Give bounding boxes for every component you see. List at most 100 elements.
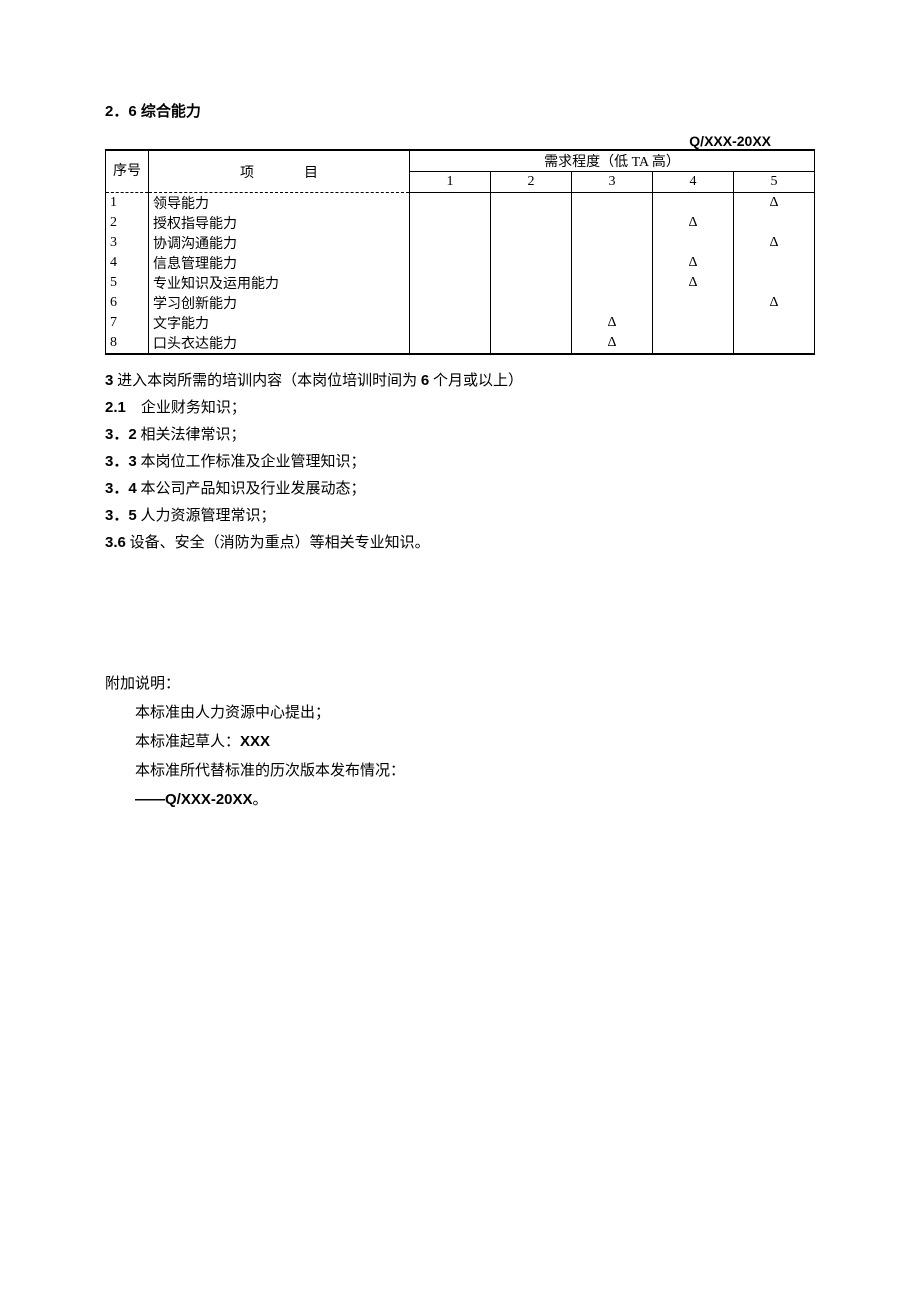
section-3-number-b: 6	[421, 372, 429, 389]
table-cell-seq: 2	[106, 213, 149, 233]
table-row: 8口头衣达能力 Δ	[106, 333, 815, 354]
table-header-seq: 序号	[106, 150, 149, 193]
table-cell-seq: 8	[106, 333, 149, 354]
list-item-text: 本公司产品知识及行业发展动态；	[137, 481, 366, 497]
list-item: 3．2 相关法律常识；	[105, 423, 815, 444]
table-row: 3协调沟通能力 Δ	[106, 233, 815, 253]
table-cell-mark	[410, 233, 491, 253]
section-3-text-a: 进入本岗所需的培训内容（本岗位培训时间为	[113, 373, 421, 389]
table-cell-mark	[491, 293, 572, 313]
list-item-text: 设备、安全（消防为重点）等相关专业知识。	[126, 535, 430, 551]
table-cell-mark	[410, 193, 491, 214]
table-cell-item: 文字能力	[149, 313, 410, 333]
table-header-col-1: 1	[410, 172, 491, 193]
table-row: 1领导能力Δ	[106, 193, 815, 214]
table-cell-mark	[653, 313, 734, 333]
table-cell-seq: 3	[106, 233, 149, 253]
table-header-col-3: 3	[572, 172, 653, 193]
table-cell-mark	[572, 213, 653, 233]
table-cell-mark	[572, 253, 653, 273]
addendum-line-1: 本标准由人力资源中心提出；	[135, 701, 815, 722]
list-item-number: 3．5	[105, 507, 137, 524]
addendum-line-3: 本标准所代替标准的历次版本发布情况：	[135, 759, 815, 780]
table-cell-seq: 7	[106, 313, 149, 333]
table-cell-mark	[410, 253, 491, 273]
table-cell-seq: 1	[106, 193, 149, 214]
table-header-col-4: 4	[653, 172, 734, 193]
list-item-text: 本岗位工作标准及企业管理知识；	[137, 454, 366, 470]
table-cell-mark	[491, 253, 572, 273]
addendum-line-2-bold: XXX	[240, 733, 270, 750]
table-cell-mark	[734, 313, 815, 333]
table-cell-mark	[653, 233, 734, 253]
table-cell-item: 专业知识及运用能力	[149, 273, 410, 293]
list-item: 3．3 本岗位工作标准及企业管理知识；	[105, 450, 815, 471]
list-item: 3．5 人力资源管理常识；	[105, 504, 815, 525]
table-cell-mark	[734, 253, 815, 273]
table-header-col-2: 2	[491, 172, 572, 193]
table-cell-mark	[491, 213, 572, 233]
table-cell-mark	[572, 233, 653, 253]
table-row: 7文字能力 Δ	[106, 313, 815, 333]
section-heading-2-6: 2．6 综合能力	[105, 100, 815, 121]
table-cell-mark	[572, 273, 653, 293]
table-cell-item: 协调沟通能力	[149, 233, 410, 253]
table-cell-mark	[410, 273, 491, 293]
list-item-number: 3．3	[105, 453, 137, 470]
list-item-number: 3.6	[105, 534, 126, 551]
table-cell-item: 口头衣达能力	[149, 333, 410, 354]
table-row: 5专业知识及运用能力Δ	[106, 273, 815, 293]
addendum-line-4: ——Q/XXX-20XX。	[135, 788, 815, 809]
table-cell-mark: Δ	[572, 313, 653, 333]
table-header-col-5: 5	[734, 172, 815, 193]
table-cell-mark	[572, 293, 653, 313]
list-item-number: 2.1	[105, 399, 126, 416]
table-row: 4信息管理能力Δ	[106, 253, 815, 273]
addendum-line-2-pre: 本标准起草人：	[135, 734, 240, 750]
table-cell-mark: Δ	[734, 233, 815, 253]
table-cell-mark	[734, 273, 815, 293]
table-cell-mark	[491, 333, 572, 354]
list-item-number: 3．2	[105, 426, 137, 443]
table-cell-mark	[734, 213, 815, 233]
table-cell-mark: Δ	[653, 273, 734, 293]
addendum-line-2: 本标准起草人：XXX	[135, 730, 815, 751]
table-cell-mark	[572, 193, 653, 214]
table-header-scale: 需求程度（低 TA 高）	[410, 150, 815, 172]
table-cell-mark	[491, 313, 572, 333]
table-cell-mark	[410, 313, 491, 333]
addendum-label: 附加说明：	[105, 672, 815, 693]
table-row: 2授权指导能力 Δ	[106, 213, 815, 233]
table-cell-mark	[491, 273, 572, 293]
table-cell-mark	[653, 333, 734, 354]
table-cell-seq: 6	[106, 293, 149, 313]
table-cell-mark	[410, 293, 491, 313]
addendum-line-4-post: 。	[253, 792, 268, 808]
addendum-line-4-pre: ——	[135, 791, 165, 808]
table-cell-mark	[734, 333, 815, 354]
section-3-title: 3 进入本岗所需的培训内容（本岗位培训时间为 6 个月或以上）	[105, 369, 815, 390]
addendum-line-4-bold: Q/XXX-20XX	[165, 791, 253, 808]
table-cell-mark	[491, 233, 572, 253]
table-cell-mark: Δ	[734, 193, 815, 214]
list-item-text: 企业财务知识；	[126, 400, 246, 416]
list-item: 3．4 本公司产品知识及行业发展动态；	[105, 477, 815, 498]
table-header-item: 项目	[149, 150, 410, 193]
ability-table: 序号 项目 需求程度（低 TA 高） 1 2 3 4 5 1领导能力Δ2授权指导…	[105, 149, 815, 355]
list-item: 3.6 设备、安全（消防为重点）等相关专业知识。	[105, 531, 815, 552]
table-cell-mark	[410, 213, 491, 233]
table-cell-mark	[653, 193, 734, 214]
table-cell-item: 信息管理能力	[149, 253, 410, 273]
table-cell-mark	[491, 193, 572, 214]
table-cell-mark: Δ	[572, 333, 653, 354]
list-item-text: 人力资源管理常识；	[137, 508, 276, 524]
table-cell-mark	[410, 333, 491, 354]
table-cell-item: 授权指导能力	[149, 213, 410, 233]
table-row: 6学习创新能力Δ	[106, 293, 815, 313]
table-cell-mark: Δ	[653, 253, 734, 273]
table-cell-item: 学习创新能力	[149, 293, 410, 313]
document-code: Q/XXX-20XX	[105, 133, 815, 149]
addendum-section: 附加说明： 本标准由人力资源中心提出； 本标准起草人：XXX 本标准所代替标准的…	[105, 672, 815, 809]
table-cell-mark: Δ	[653, 213, 734, 233]
section-3-text-b: 个月或以上）	[429, 373, 523, 389]
